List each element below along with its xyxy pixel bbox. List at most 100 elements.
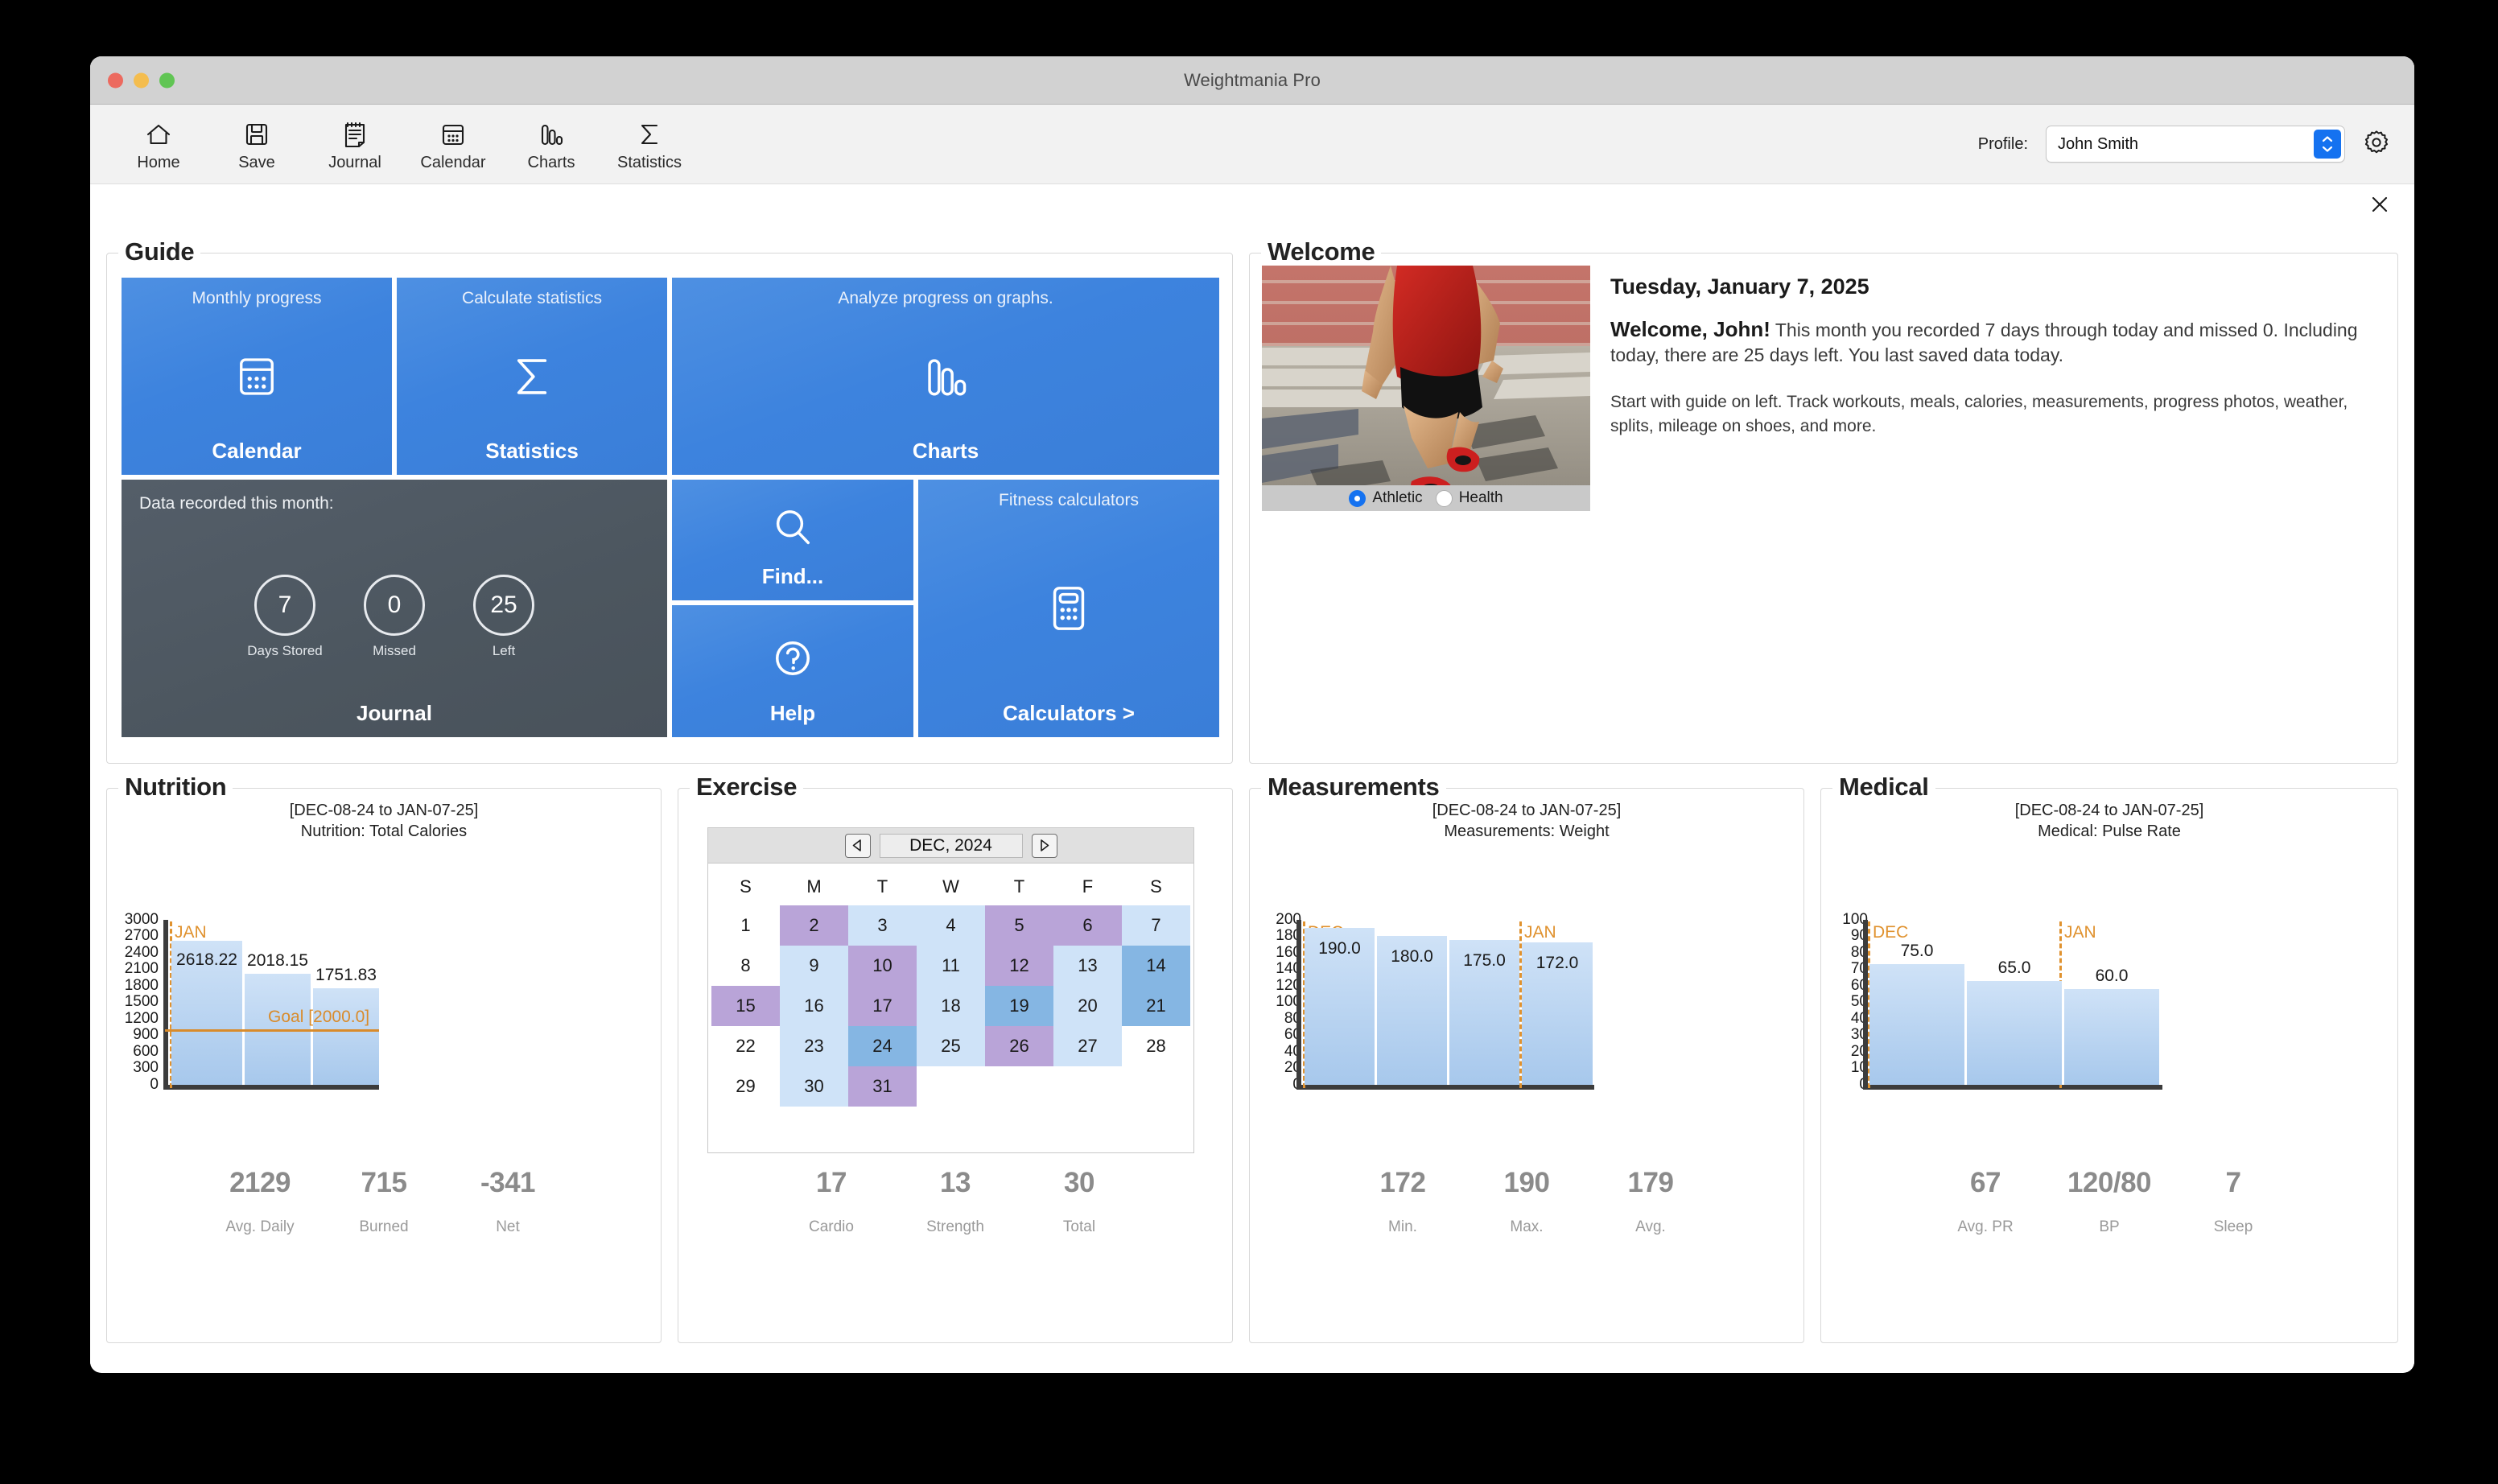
bar: 1751.83: [313, 966, 379, 1085]
calendar-day-cell[interactable]: 11: [917, 946, 985, 986]
radio-health[interactable]: Health: [1435, 489, 1503, 507]
toolbar-item-save[interactable]: Save: [208, 116, 306, 172]
bar: 60.0: [2064, 967, 2159, 1085]
toolbar-item-home[interactable]: Home: [109, 116, 208, 172]
toolbar-item-statistics[interactable]: Statistics: [600, 116, 699, 172]
calendar-day-cell[interactable]: 27: [1053, 1026, 1122, 1066]
calendar-day-cell[interactable]: 31: [848, 1066, 917, 1107]
stat-label: Avg.: [1635, 1218, 1666, 1235]
stat-value: 715: [361, 1167, 407, 1198]
stat-value: 120/80: [2067, 1167, 2152, 1198]
calendar-day-cell[interactable]: 19: [985, 986, 1053, 1026]
home-icon: [145, 119, 172, 150]
stat-value: 13: [940, 1167, 971, 1198]
profile-selected-value: John Smith: [2058, 134, 2139, 153]
chevron-right-icon[interactable]: [1031, 833, 1057, 858]
chevron-left-icon[interactable]: [844, 833, 871, 858]
radio-athletic[interactable]: Athletic: [1349, 489, 1423, 507]
calendar-day-cell[interactable]: 2: [780, 905, 848, 946]
stat-value: 30: [1064, 1167, 1094, 1198]
journal-stat: 25 Left: [460, 575, 547, 659]
calendar-day-cell[interactable]: 30: [780, 1066, 848, 1107]
dow-label: F: [1082, 876, 1094, 897]
mini-calendar: DEC, 2024 S M T W T F S 1234567 8 9 10 1…: [707, 827, 1194, 1153]
nutrition-chart-title: [DEC-08-24 to JAN-07-25] Nutrition: Tota…: [107, 800, 661, 843]
gear-icon[interactable]: [2363, 129, 2390, 160]
mini-calendar-dow-row: S M T W T F S: [711, 868, 1190, 905]
stat: -341 Net: [446, 1167, 570, 1236]
guide-tile-statistics[interactable]: Calculate statistics Statistics: [397, 278, 667, 475]
calendar-day-cell[interactable]: 1: [711, 905, 780, 946]
guide-tile-calendar[interactable]: Monthly progress Calendar: [122, 278, 392, 475]
welcome-greeting: Welcome, John!: [1610, 317, 1770, 341]
bar-value-label: 1751.83: [315, 966, 377, 985]
guide-tile-journal[interactable]: Data recorded this month: 7 Days Stored …: [122, 480, 667, 737]
x-axis-line: [1296, 1084, 1594, 1090]
measurements-panel: Measurements [DEC-08-24 to JAN-07-25] Me…: [1249, 773, 1804, 1343]
bar: 172.0: [1522, 942, 1593, 1085]
guide-tile-find[interactable]: Find...: [672, 480, 913, 600]
toolbar-item-calendar[interactable]: Calendar: [404, 116, 502, 172]
calendar-day-cell[interactable]: 8: [711, 946, 780, 986]
y-tick: 600: [133, 1042, 159, 1060]
bar: 190.0: [1305, 928, 1375, 1085]
minimize-window-button[interactable]: [134, 72, 149, 88]
app-window: Weightmania Pro Home Save Journal Calend…: [90, 56, 2414, 1373]
mini-calendar-header: DEC, 2024: [708, 828, 1193, 864]
charts-icon: [538, 119, 564, 150]
guide-tile-charts[interactable]: Analyze progress on graphs. Charts: [672, 278, 1219, 475]
journal-stat-value: 7: [254, 575, 315, 636]
calendar-day-cell[interactable]: 3: [848, 905, 917, 946]
calendar-day-cell[interactable]: 16: [780, 986, 848, 1026]
y-tick: 2400: [124, 943, 159, 961]
calendar-day-cell[interactable]: 12: [985, 946, 1053, 986]
calendar-day-cell[interactable]: 13: [1053, 946, 1122, 986]
medical-panel: Medical [DEC-08-24 to JAN-07-25] Medical…: [1820, 773, 2398, 1343]
guide-tile-label: Calculators >: [1002, 701, 1135, 725]
stat: 179 Avg.: [1589, 1167, 1713, 1236]
chart-subtitle: Measurements: Weight: [1444, 822, 1610, 841]
mini-calendar-month[interactable]: DEC, 2024: [879, 833, 1023, 858]
toolbar-item-journal[interactable]: Journal: [306, 116, 404, 172]
calendar-day-cell[interactable]: 15: [711, 986, 780, 1026]
calendar-day-cell[interactable]: 14: [1122, 946, 1190, 986]
calendar-day-cell[interactable]: 25: [917, 1026, 985, 1066]
calendar-day-cell[interactable]: 24: [848, 1026, 917, 1066]
dow-label: S: [1150, 876, 1162, 897]
calendar-day-cell[interactable]: 10: [848, 946, 917, 986]
dow-label: S: [740, 876, 752, 897]
question-icon: [672, 636, 913, 681]
calendar-day-cell[interactable]: 29: [711, 1066, 780, 1107]
calendar-day-cell[interactable]: 22: [711, 1026, 780, 1066]
calendar-day-cell[interactable]: 23: [780, 1026, 848, 1066]
chevron-updown-icon[interactable]: [2314, 130, 2341, 159]
bar: 2618.22: [171, 940, 242, 1085]
calendar-day-cell[interactable]: 9: [780, 946, 848, 986]
calendar-day-cell[interactable]: 18: [917, 986, 985, 1026]
close-icon[interactable]: [2369, 194, 2390, 219]
close-window-button[interactable]: [108, 72, 123, 88]
profile-select[interactable]: John Smith: [2046, 126, 2345, 163]
stat-value: 2129: [229, 1167, 291, 1198]
bar-value-label: 60.0: [2095, 966, 2129, 985]
calendar-day-cell[interactable]: 28: [1122, 1026, 1190, 1066]
bar-value-label: 190.0: [1318, 939, 1361, 958]
y-tick: 1800: [124, 976, 159, 994]
calendar-day-cell[interactable]: 20: [1053, 986, 1122, 1026]
calendar-day-cell[interactable]: 5: [985, 905, 1053, 946]
toolbar-item-label: Home: [137, 154, 180, 171]
calendar-day-cell[interactable]: 26: [985, 1026, 1053, 1066]
bars-icon: [672, 353, 1219, 400]
calendar-day-cell[interactable]: 21: [1122, 986, 1190, 1026]
maximize-window-button[interactable]: [159, 72, 175, 88]
calendar-day-cell[interactable]: 7: [1122, 905, 1190, 946]
radio-label: Health: [1458, 489, 1503, 506]
calendar-day-cell[interactable]: 6: [1053, 905, 1122, 946]
stat-label: Max.: [1510, 1218, 1544, 1235]
calendar-day-cell[interactable]: 17: [848, 986, 917, 1026]
nutrition-chart: 3000 2700 2400 2100 1800 1500 1200 900 6…: [107, 843, 662, 1093]
calendar-day-cell[interactable]: 4: [917, 905, 985, 946]
guide-tile-help[interactable]: Help: [672, 605, 913, 737]
toolbar-item-charts[interactable]: Charts: [502, 116, 600, 172]
guide-tile-calculators[interactable]: Fitness calculators Calculators >: [918, 480, 1219, 737]
